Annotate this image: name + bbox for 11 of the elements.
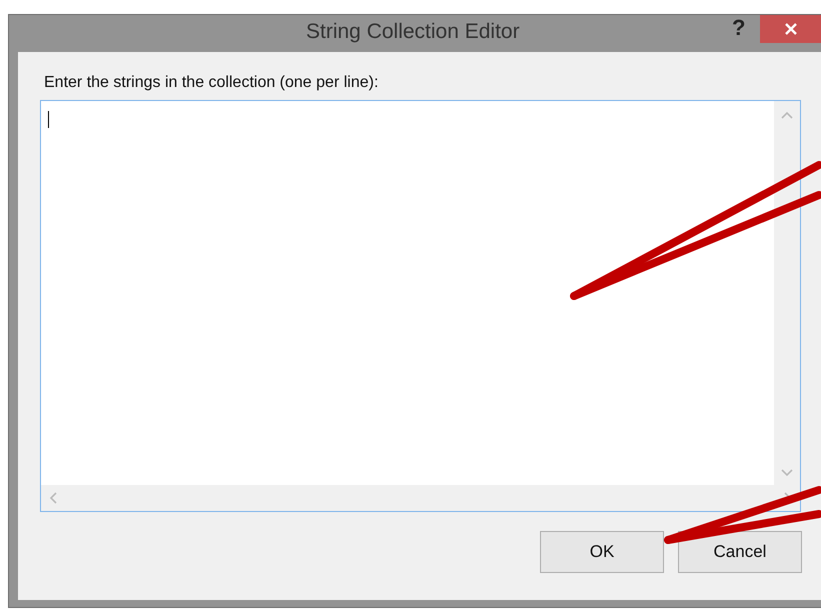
help-button[interactable]: ? [728, 15, 750, 41]
prompt-label: Enter the strings in the collection (one per line): [44, 74, 378, 92]
cancel-button[interactable]: Cancel [678, 531, 802, 573]
scroll-down-icon[interactable] [781, 469, 793, 477]
ok-button[interactable]: OK [540, 531, 664, 573]
scroll-left-icon[interactable] [49, 492, 57, 504]
window-title: String Collection Editor [306, 20, 520, 44]
scroll-up-icon[interactable] [781, 111, 793, 119]
close-button[interactable] [760, 15, 821, 43]
text-cursor [48, 111, 49, 128]
close-icon [784, 22, 798, 36]
